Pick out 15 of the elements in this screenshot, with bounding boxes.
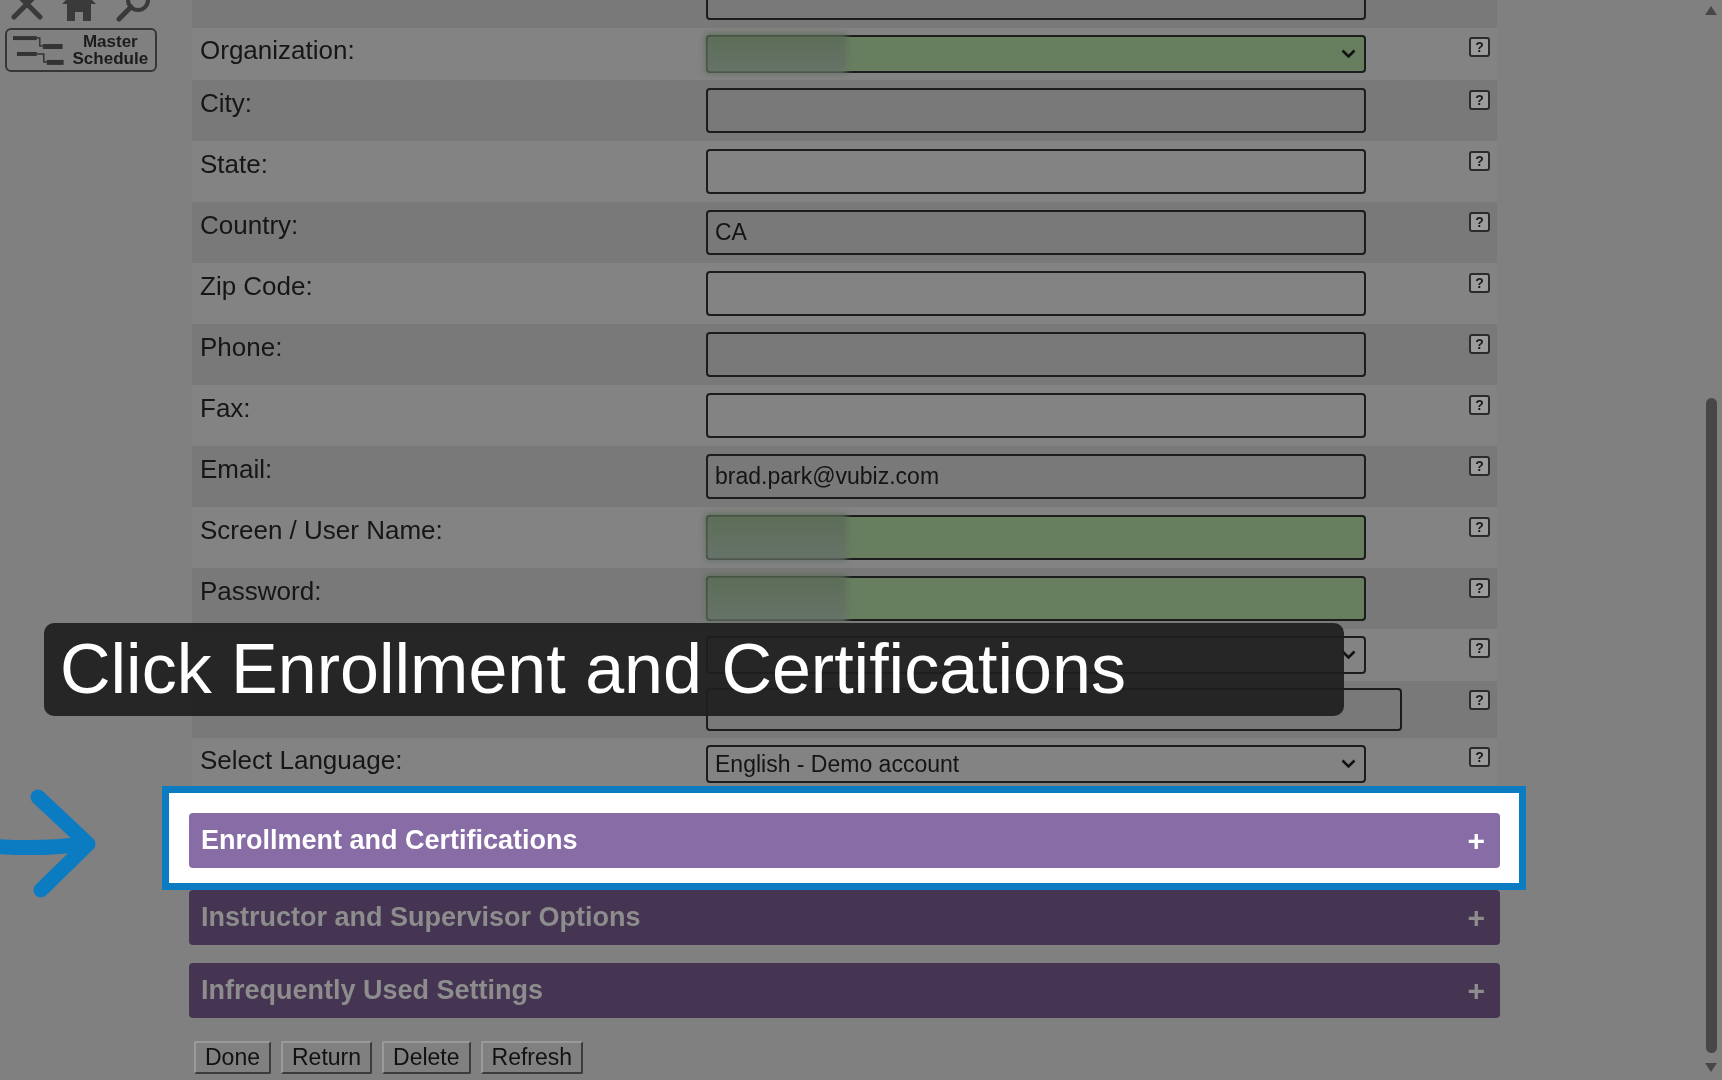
field-label: City:: [199, 88, 253, 118]
plus-icon: +: [1467, 900, 1485, 935]
field-label: Zip Code:: [199, 271, 314, 301]
field-label: State:: [199, 149, 269, 179]
field-label: Country:: [199, 210, 300, 240]
field-label: Email:: [199, 454, 274, 484]
field-label: Password:: [199, 576, 323, 606]
plus-icon: +: [1467, 823, 1485, 858]
field-label: Phone:: [199, 332, 284, 362]
tutorial-tooltip: Click Enrollment and Certifications: [44, 623, 1344, 716]
field-label: Organization:: [199, 35, 356, 65]
field-label: Fax:: [199, 393, 252, 423]
plus-icon: +: [1467, 973, 1485, 1008]
field-label: Select Language:: [199, 745, 404, 775]
field-label: Screen / User Name:: [199, 515, 444, 545]
